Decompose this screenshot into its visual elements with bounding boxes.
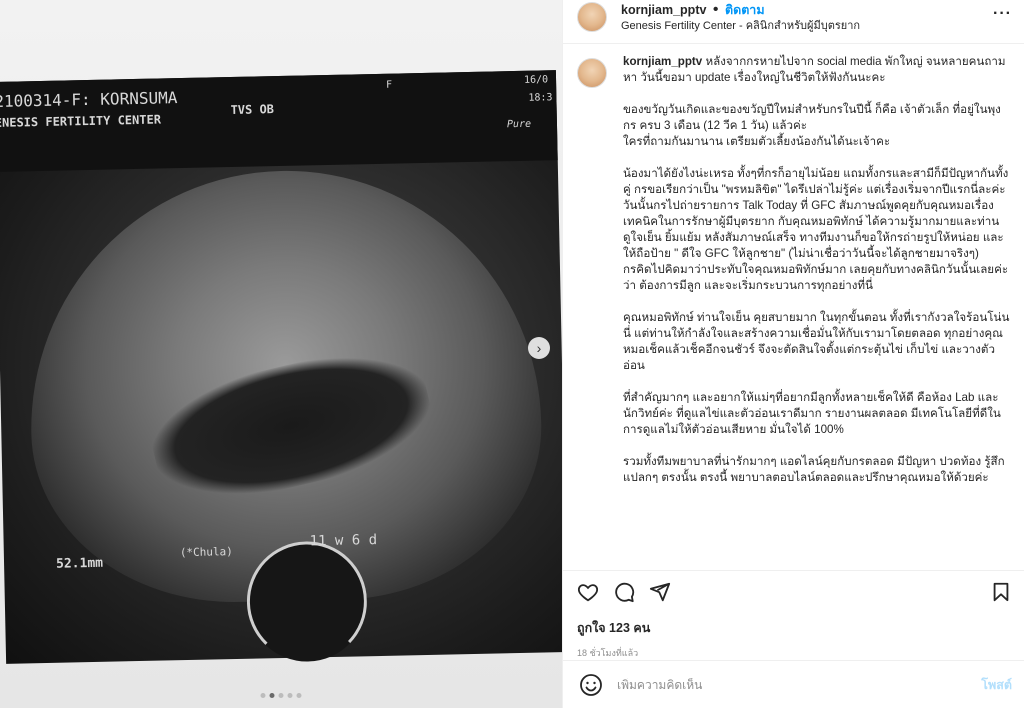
comment-icon[interactable] bbox=[613, 581, 635, 603]
caption-paragraph-6: รวมทั้งทีมพยาบาลที่น่ารักมากๆ แอดไลน์คุย… bbox=[623, 455, 1005, 484]
caption-username[interactable]: kornjiam_pptv bbox=[623, 55, 702, 68]
post-side-panel: kornjiam_pptv • ติดตาม Genesis Fertility… bbox=[562, 0, 1024, 708]
dot-separator: • bbox=[712, 1, 719, 18]
scan-date: 16/0 bbox=[523, 74, 549, 86]
caption-text: kornjiam_pptv หลังจากกรหายไปจาก social m… bbox=[623, 54, 1012, 570]
share-icon[interactable] bbox=[649, 581, 671, 603]
scan-brand: Pure bbox=[506, 118, 532, 131]
location-link[interactable]: Genesis Fertility Center - คลินิกสำหรับผ… bbox=[621, 18, 993, 34]
header-info: kornjiam_pptv • ติดตาม Genesis Fertility… bbox=[621, 2, 993, 34]
scan-time: 18:3 bbox=[528, 92, 553, 104]
avatar[interactable] bbox=[577, 2, 607, 32]
likes-count[interactable]: ถูกใจ 123 คน bbox=[563, 612, 1024, 638]
comment-input[interactable] bbox=[617, 677, 982, 692]
scan-measurement: 52.1mm bbox=[55, 555, 104, 572]
bookmark-icon[interactable] bbox=[990, 581, 1012, 603]
next-arrow-icon[interactable]: › bbox=[528, 337, 550, 359]
action-bar bbox=[563, 570, 1024, 612]
carousel-dot-active bbox=[269, 693, 275, 698]
caption-area[interactable]: kornjiam_pptv หลังจากกรหายไปจาก social m… bbox=[563, 44, 1024, 570]
carousel-dot bbox=[296, 693, 302, 698]
carousel-dot bbox=[287, 693, 293, 698]
probe-arc bbox=[245, 540, 369, 663]
more-horizontal-icon[interactable]: ··· bbox=[993, 2, 1012, 26]
post-modal: 2100314-F: KORNSUMA ENESIS FERTILITY CEN… bbox=[0, 0, 1024, 708]
scan-patient-id: 2100314-F: KORNSUMA bbox=[0, 88, 178, 111]
scan-flag: F bbox=[386, 79, 393, 91]
comment-box: โพสต์ bbox=[563, 660, 1024, 708]
scan-marker: (*Chula) bbox=[179, 545, 233, 560]
scan-mode: TVS OB bbox=[230, 102, 275, 117]
carousel-indicator bbox=[260, 693, 302, 698]
caption-paragraph-4: คุณหมอพิทักษ์ ท่านใจเย็น คุยสบายมาก ในทุ… bbox=[623, 311, 1010, 372]
post-media[interactable]: 2100314-F: KORNSUMA ENESIS FERTILITY CEN… bbox=[0, 0, 562, 708]
caption-avatar[interactable] bbox=[577, 58, 607, 88]
post-header: kornjiam_pptv • ติดตาม Genesis Fertility… bbox=[563, 0, 1024, 44]
header-username[interactable]: kornjiam_pptv bbox=[621, 3, 706, 17]
emoji-icon[interactable] bbox=[579, 673, 603, 697]
follow-button[interactable]: ติดตาม bbox=[725, 3, 765, 17]
caption-paragraph-5: ที่สำคัญมากๆ และอยากให้แม่ๆที่อยากมีลูกท… bbox=[623, 391, 1001, 436]
ultrasound-image: 2100314-F: KORNSUMA ENESIS FERTILITY CEN… bbox=[0, 70, 562, 664]
caption-paragraph-3: น้องมาได้ยังไงน่ะเหรอ ทั้งๆที่กรก็อายุไม… bbox=[623, 167, 1009, 292]
caption-paragraph-2: ของขวัญวันเกิดและของขวัญปีใหม่สำหรับกรใน… bbox=[623, 103, 1001, 148]
post-comment-button[interactable]: โพสต์ bbox=[981, 675, 1012, 695]
carousel-dot bbox=[278, 693, 284, 698]
post-timestamp[interactable]: 18 ชั่วโมงที่แล้ว bbox=[563, 638, 1024, 660]
heart-icon[interactable] bbox=[577, 581, 599, 603]
scan-gestational-age: 11 w 6 d bbox=[309, 532, 378, 550]
carousel-dot bbox=[260, 693, 266, 698]
